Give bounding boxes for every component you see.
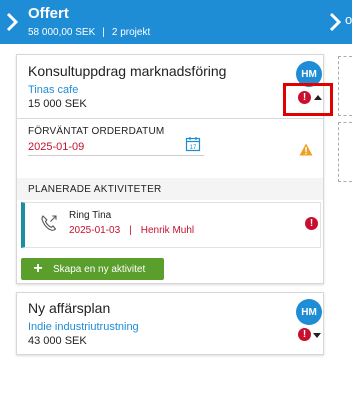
activity-date-owner: 2025-01-03 | Henrik Muhl (69, 225, 194, 236)
phone-outgoing-icon (41, 215, 57, 231)
next-stage-placeholder-card (338, 122, 352, 182)
stage-header: Offert 58 000,00 SEK | 2 projekt o (0, 0, 352, 44)
date-field-underline (28, 155, 204, 156)
planned-activities-header: PLANERADE AKTIVITETER (17, 178, 323, 200)
card-title[interactable]: Konsultuppdrag marknadsföring (28, 63, 226, 79)
divider (17, 118, 323, 119)
card-company-link[interactable]: Indie industriutrustning (28, 321, 139, 333)
card-amount: 43 000 SEK (28, 335, 87, 347)
planned-activities-label: PLANERADE AKTIVITETER (28, 184, 162, 195)
calendar-icon[interactable]: 17 (185, 136, 201, 152)
stage-summary: 58 000,00 SEK | 2 projekt (28, 27, 150, 38)
chevron-left-icon[interactable] (5, 12, 19, 32)
stage-count: 2 projekt (111, 27, 151, 38)
warning-icon (299, 143, 313, 156)
error-icon[interactable]: ! (298, 328, 311, 341)
activity-separator: | (129, 225, 132, 236)
activity-item[interactable]: Ring Tina 2025-01-03 | Henrik Muhl ! (21, 202, 321, 248)
avatar[interactable]: HM (296, 299, 322, 325)
card-amount: 15 000 SEK (28, 98, 87, 110)
card-company-link[interactable]: Tinas cafe (28, 84, 78, 96)
activity-owner: Henrik Muhl (140, 225, 195, 236)
card-title[interactable]: Ny affärsplan (28, 300, 110, 316)
expected-orderdate-value[interactable]: 2025-01-09 (28, 141, 84, 153)
highlight-box (283, 83, 333, 116)
expected-orderdate-label: FÖRVÄNTAT ORDERDATUM (28, 126, 165, 137)
chevron-right-icon[interactable] (328, 12, 342, 32)
error-icon[interactable]: ! (305, 217, 318, 230)
next-stage-title: o (345, 12, 352, 27)
plus-icon: + (33, 260, 43, 277)
activity-date: 2025-01-03 (69, 225, 121, 236)
opportunity-card[interactable]: Konsultuppdrag marknadsföring Tinas cafe… (16, 54, 324, 284)
stage-separator: | (102, 27, 105, 38)
expand-caret-icon[interactable] (313, 333, 321, 338)
opportunity-card[interactable]: Ny affärsplan Indie industriutrustning 4… (16, 292, 324, 355)
stage-amount: 58 000,00 SEK (28, 27, 96, 38)
create-activity-button[interactable]: + Skapa en ny aktivitet (21, 258, 164, 280)
create-activity-label: Skapa en ny aktivitet (53, 263, 146, 275)
next-stage-placeholder-card (338, 56, 352, 116)
calendar-day: 17 (190, 145, 197, 151)
activity-name: Ring Tina (69, 210, 112, 221)
stage-title: Offert (28, 5, 69, 22)
